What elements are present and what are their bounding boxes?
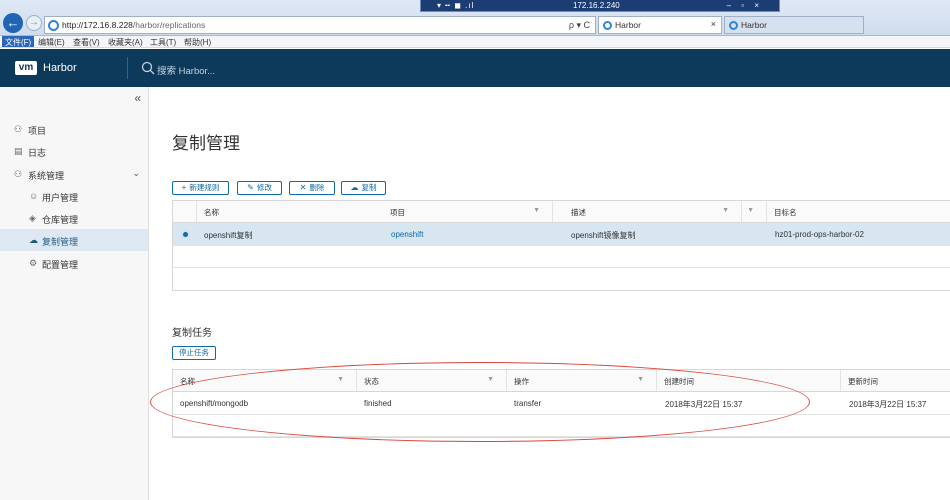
rules-table: 名称 ▼ 项目 ▼ 描述 ▼ 目标名 openshift复制 openshift…	[172, 200, 950, 291]
job-updated: 2018年3月22日 15:37	[849, 400, 927, 409]
back-button[interactable]: ←	[3, 13, 23, 33]
pencil-icon: ✎	[247, 183, 254, 192]
column-updated[interactable]: 更新时间	[841, 370, 950, 391]
sidebar-item-config[interactable]: ⚙ 配置管理	[0, 252, 148, 274]
loading-icon	[729, 21, 738, 30]
cloud-upload-icon: ☁	[350, 183, 359, 192]
users-icon: ☺	[29, 191, 39, 201]
stop-jobs-button[interactable]: 停止任务	[172, 346, 216, 360]
jobs-section-title: 复制任务	[172, 328, 212, 339]
filter-icon[interactable]: ▼	[747, 207, 754, 214]
replication-icon: ☁	[29, 235, 38, 245]
remote-controls[interactable]: ▾ ╍ ◼ .ıl	[437, 1, 474, 10]
address-bar[interactable]: http://172.16.8.228/harbor/replications …	[44, 16, 596, 34]
sidebar-item-registry[interactable]: ◈ 仓库管理	[0, 207, 148, 229]
config-icon: ⚙	[29, 258, 38, 268]
tab-label: Harbor	[615, 20, 641, 30]
sidebar-item-projects[interactable]: ⚇ 项目	[0, 118, 148, 140]
tab-harbor-active[interactable]: Harbor ×	[598, 16, 722, 34]
sidebar-item-replication[interactable]: ☁ 复制管理	[0, 229, 148, 251]
url-text: http://172.16.8.228/harbor/replications	[62, 20, 206, 30]
button-label: 删除	[309, 183, 325, 192]
chevron-down-icon: ⌄	[132, 168, 140, 178]
menu-tools[interactable]: 工具(T)	[150, 37, 176, 48]
empty-row	[173, 246, 950, 268]
log-icon: ▤	[14, 146, 23, 156]
select-column	[173, 201, 197, 222]
ie-icon	[48, 20, 59, 31]
app-header: vm Harbor 搜索 Harbor...	[0, 49, 950, 87]
remote-ip: 172.16.2.240	[573, 1, 620, 10]
address-tools[interactable]: ρ ▾ C	[569, 20, 590, 31]
search-icon[interactable]	[141, 61, 155, 75]
replicate-button[interactable]: ☁ 复制	[341, 181, 386, 195]
vmware-logo: vm	[15, 61, 37, 75]
menu-bar: 文件(F) 编辑(E) 查看(V) 收藏夹(A) 工具(T) 帮助(H)	[0, 36, 950, 48]
forward-button[interactable]: →	[26, 15, 42, 31]
empty-row	[173, 268, 950, 290]
menu-help[interactable]: 帮助(H)	[184, 37, 211, 48]
sidebar-item-users[interactable]: ☺ 用户管理	[0, 185, 148, 207]
menu-favorites[interactable]: 收藏夹(A)	[108, 37, 143, 48]
plus-icon: +	[181, 183, 187, 192]
close-icon: ✕	[299, 183, 307, 192]
registry-icon: ◈	[29, 213, 36, 223]
button-label: 复制	[361, 183, 377, 192]
projects-icon: ⚇	[14, 124, 23, 134]
column-target[interactable]: 目标名	[767, 201, 950, 222]
sidebar-item-label: 配置管理	[42, 260, 79, 270]
sidebar-item-label: 复制管理	[42, 237, 79, 247]
sidebar-item-logs[interactable]: ▤ 日志	[0, 140, 148, 162]
sidebar-item-label: 日志	[28, 148, 47, 158]
remote-session-bar: ▾ ╍ ◼ .ıl 172.16.2.240 – ▫ ×	[420, 0, 780, 12]
rule-description: openshift镜像复制	[571, 231, 636, 240]
sidebar-item-label: 项目	[28, 126, 47, 136]
header-divider	[127, 57, 128, 79]
remote-window-controls[interactable]: – ▫ ×	[727, 1, 763, 10]
sidebar-item-label: 系统管理	[28, 171, 65, 181]
collapse-sidebar-icon[interactable]: «	[134, 91, 141, 105]
sidebar-item-admin[interactable]: ⚇ 系统管理 ⌄	[0, 163, 148, 185]
column-project-label: 项目	[390, 208, 405, 217]
new-rule-button[interactable]: + 新建规则	[172, 181, 229, 195]
annotation-ellipse	[150, 362, 810, 442]
brand-name[interactable]: Harbor	[43, 62, 77, 74]
row-selected-radio[interactable]	[181, 230, 190, 239]
page-title: 复制管理	[172, 134, 240, 153]
menu-edit[interactable]: 编辑(E)	[38, 37, 65, 48]
rule-name: openshift复制	[204, 231, 253, 240]
table-header: 名称 ▼ 项目 ▼ 描述 ▼ 目标名	[173, 201, 950, 223]
close-icon[interactable]: ×	[711, 19, 716, 29]
tab-label: Harbor	[741, 20, 767, 30]
rule-target: hz01-prod-ops-harbor-02	[775, 230, 864, 239]
rule-project-link[interactable]: openshift	[391, 230, 423, 239]
edit-rule-button[interactable]: ✎ 修改	[237, 181, 282, 195]
sidebar-item-label: 用户管理	[42, 193, 79, 203]
menu-file[interactable]: 文件(F)	[2, 36, 35, 47]
button-label: 修改	[256, 183, 272, 192]
sidebar: « ⚇ 项目 ▤ 日志 ⚇ 系统管理 ⌄ ☺ 用户管理 ◈ 仓库管理 ☁ 复制管…	[0, 87, 149, 500]
ie-icon	[603, 21, 612, 30]
sidebar-item-label: 仓库管理	[42, 215, 79, 225]
menu-view[interactable]: 查看(V)	[73, 37, 100, 48]
global-search-input[interactable]: 搜索 Harbor...	[157, 63, 215, 77]
tab-harbor-inactive[interactable]: Harbor	[724, 16, 864, 34]
button-label: 新建规则	[189, 183, 220, 192]
column-description[interactable]: 描述 ▼	[564, 201, 767, 222]
table-row[interactable]: openshift复制 openshift openshift镜像复制 hz01…	[173, 223, 950, 246]
delete-rule-button[interactable]: ✕ 删除	[289, 181, 335, 195]
admin-icon: ⚇	[14, 169, 23, 179]
